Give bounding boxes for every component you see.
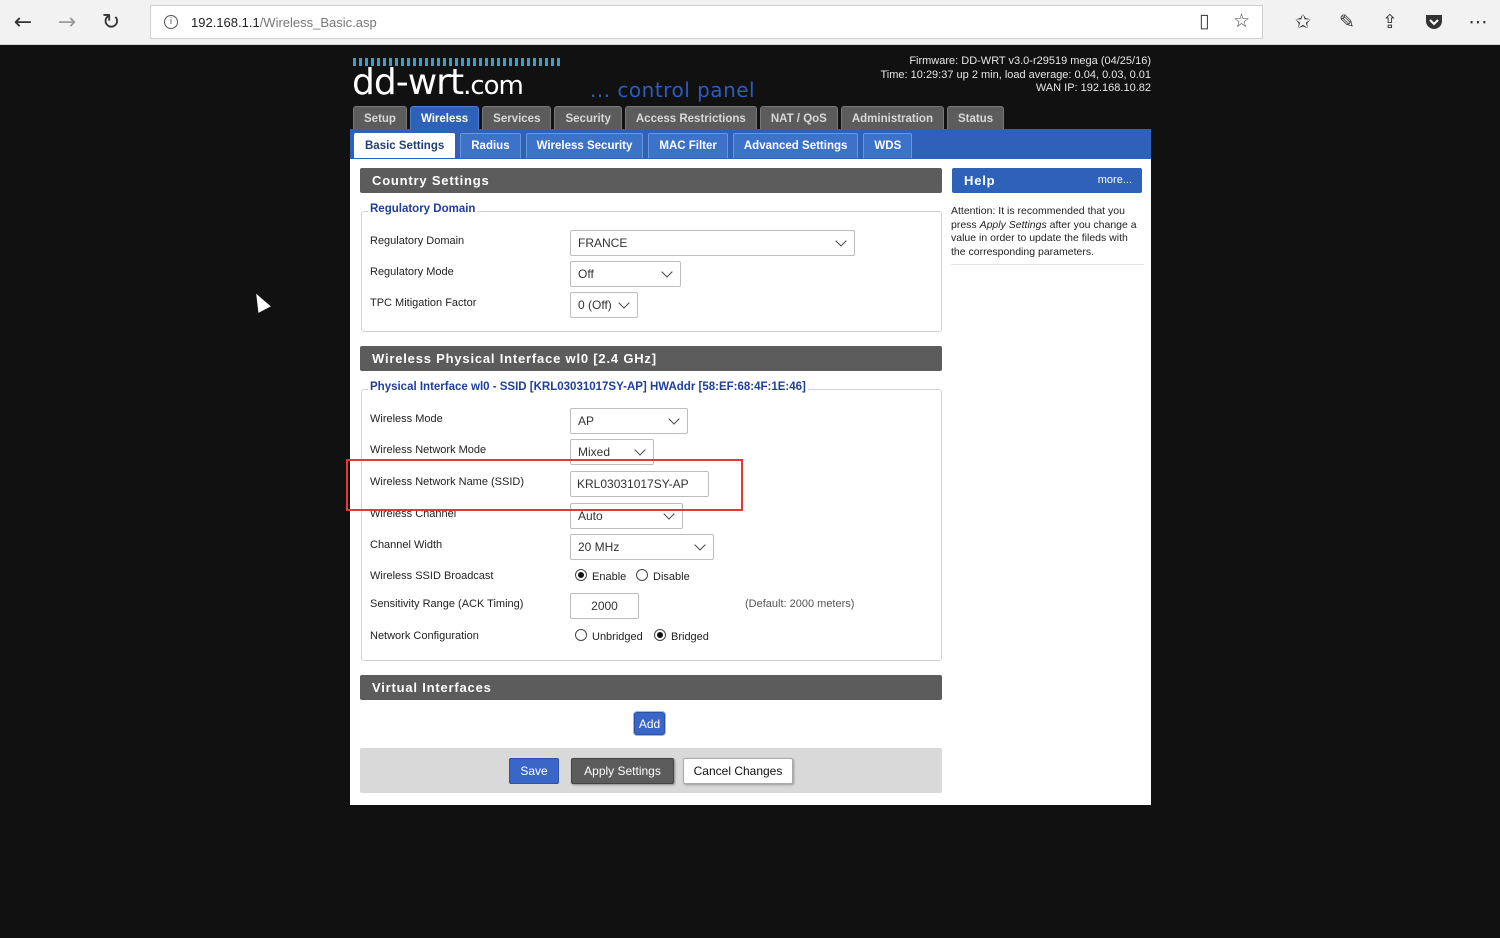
channel-width-label: Channel Width bbox=[370, 539, 443, 551]
physical-interface-fieldset: Physical Interface wl0 - SSID [KRL030310… bbox=[361, 381, 942, 661]
network-config-unbridged-radio[interactable] bbox=[575, 629, 587, 641]
reading-view-icon[interactable]: ▯ bbox=[1199, 10, 1209, 32]
firmware-version: Firmware: DD-WRT v3.0-r29519 mega (04/25… bbox=[909, 55, 1151, 67]
wireless-mode-label: Wireless Mode bbox=[370, 413, 443, 425]
tab-wireless[interactable]: Wireless bbox=[409, 106, 480, 131]
subtab-wireless-security[interactable]: Wireless Security bbox=[525, 133, 644, 158]
router-page: dd-wrt.com ... control panel Firmware: D… bbox=[350, 50, 1151, 805]
help-title: Help bbox=[964, 173, 996, 188]
subtab-wds[interactable]: WDS bbox=[863, 133, 913, 158]
tab-status[interactable]: Status bbox=[946, 106, 1005, 130]
info-icon[interactable]: i bbox=[164, 15, 178, 29]
chevron-down-icon bbox=[618, 297, 630, 309]
ssid-broadcast-enable-radio[interactable] bbox=[575, 569, 587, 581]
tab-nat-qos[interactable]: NAT / QoS bbox=[759, 106, 838, 130]
ssid-broadcast-disable-label: Disable bbox=[653, 571, 690, 583]
physical-interface-legend: Physical Interface wl0 - SSID [KRL030310… bbox=[368, 381, 808, 393]
wireless-mode-value: AP bbox=[578, 414, 595, 428]
sensitivity-label: Sensitivity Range (ACK Timing) bbox=[370, 598, 524, 610]
country-settings-header: Country Settings bbox=[360, 168, 942, 193]
tab-setup[interactable]: Setup bbox=[353, 106, 407, 130]
action-bar: Save Apply Settings Cancel Changes bbox=[360, 748, 942, 793]
network-mode-value: Mixed bbox=[578, 445, 611, 459]
pocket-icon[interactable] bbox=[1421, 9, 1447, 35]
share-icon[interactable]: ⇪ bbox=[1377, 9, 1403, 35]
forward-arrow-icon[interactable]: → bbox=[52, 7, 82, 37]
channel-width-value: 20 MHz bbox=[578, 540, 620, 554]
help-more-link[interactable]: more... bbox=[1098, 174, 1132, 186]
logo-suffix: .com bbox=[463, 71, 524, 101]
ssid-broadcast-label: Wireless SSID Broadcast bbox=[370, 570, 494, 582]
browser-toolbar: ← → ↻ i 192.168.1.1/Wireless_Basic.asp ▯… bbox=[0, 0, 1500, 45]
firmware-info: Firmware: DD-WRT v3.0-r29519 mega (04/25… bbox=[881, 55, 1152, 96]
network-mode-label: Wireless Network Mode bbox=[370, 444, 487, 456]
sensitivity-input[interactable]: 2000 bbox=[570, 593, 639, 619]
ssid-highlight-box bbox=[346, 459, 743, 511]
cancel-changes-button[interactable]: Cancel Changes bbox=[683, 758, 793, 784]
tpc-mitigation-value: 0 (Off) bbox=[578, 298, 612, 312]
network-config-label: Network Configuration bbox=[370, 630, 479, 642]
tab-access-restrictions[interactable]: Access Restrictions bbox=[624, 106, 757, 130]
help-text: Attention: It is recommended that you pr… bbox=[951, 205, 1144, 265]
page-header: dd-wrt.com ... control panel Firmware: D… bbox=[350, 50, 1152, 131]
tab-administration[interactable]: Administration bbox=[840, 106, 944, 130]
sub-tabs: Basic Settings Radius Wireless Security … bbox=[354, 133, 913, 158]
save-button[interactable]: Save bbox=[509, 758, 559, 784]
ssid-broadcast-enable-label: Enable bbox=[592, 571, 627, 583]
tab-security[interactable]: Security bbox=[554, 106, 622, 130]
uptime: Time: 10:29:37 up 2 min, load average: 0… bbox=[880, 68, 1152, 81]
mouse-cursor-icon bbox=[250, 290, 271, 313]
regulatory-domain-select[interactable]: FRANCE bbox=[570, 230, 855, 256]
ssid-broadcast-disable-radio[interactable] bbox=[636, 569, 648, 581]
sensitivity-default-hint: (Default: 2000 meters) bbox=[745, 598, 855, 610]
subtab-mac-filter[interactable]: MAC Filter bbox=[648, 133, 728, 158]
regulatory-domain-value: FRANCE bbox=[578, 236, 628, 250]
network-config-bridged-radio[interactable] bbox=[654, 629, 666, 641]
chevron-down-icon bbox=[661, 266, 673, 278]
pen-icon[interactable]: ✎ bbox=[1334, 9, 1360, 35]
sub-tab-bar: Basic Settings Radius Wireless Security … bbox=[350, 129, 1151, 159]
regulatory-domain-legend: Regulatory Domain bbox=[368, 203, 478, 215]
tpc-mitigation-select[interactable]: 0 (Off) bbox=[570, 292, 638, 318]
address-bar[interactable]: i 192.168.1.1/Wireless_Basic.asp ▯ ☆ bbox=[150, 5, 1263, 39]
tpc-mitigation-label: TPC Mitigation Factor bbox=[370, 297, 477, 309]
subtab-radius[interactable]: Radius bbox=[460, 133, 521, 158]
help-header: Help more... bbox=[952, 168, 1142, 193]
wireless-channel-value: Auto bbox=[578, 509, 603, 523]
channel-width-select[interactable]: 20 MHz bbox=[570, 534, 714, 560]
subtab-advanced-settings[interactable]: Advanced Settings bbox=[732, 133, 859, 158]
subtab-basic-settings[interactable]: Basic Settings bbox=[354, 133, 456, 158]
refresh-icon[interactable]: ↻ bbox=[96, 7, 126, 37]
apply-settings-button[interactable]: Apply Settings bbox=[571, 758, 674, 784]
chevron-down-icon bbox=[634, 444, 646, 456]
help-text-em: Apply Settings bbox=[979, 218, 1047, 231]
logo-main: dd-wrt bbox=[352, 62, 464, 103]
regulatory-mode-value: Off bbox=[578, 267, 594, 281]
back-arrow-icon[interactable]: ← bbox=[8, 7, 38, 37]
chevron-down-icon bbox=[835, 235, 847, 247]
dd-wrt-logo: dd-wrt.com bbox=[352, 62, 524, 103]
regulatory-mode-select[interactable]: Off bbox=[570, 261, 681, 287]
regulatory-mode-label: Regulatory Mode bbox=[370, 266, 454, 278]
favorites-list-icon[interactable]: ✩ bbox=[1290, 9, 1316, 35]
favorite-star-icon[interactable]: ☆ bbox=[1233, 10, 1250, 32]
network-config-unbridged-label: Unbridged bbox=[592, 631, 643, 643]
network-config-bridged-label: Bridged bbox=[671, 631, 709, 643]
chevron-down-icon bbox=[694, 539, 706, 551]
add-virtual-interface-button[interactable]: Add bbox=[634, 712, 665, 735]
url-path: /Wireless_Basic.asp bbox=[259, 14, 377, 30]
url-host: 192.168.1.1 bbox=[191, 14, 260, 30]
wireless-mode-select[interactable]: AP bbox=[570, 408, 688, 434]
chevron-down-icon bbox=[668, 413, 680, 425]
regulatory-domain-label: Regulatory Domain bbox=[370, 235, 465, 247]
tab-services[interactable]: Services bbox=[482, 106, 552, 130]
virtual-interfaces-header: Virtual Interfaces bbox=[360, 675, 942, 700]
wan-ip: WAN IP: 192.168.10.82 bbox=[1035, 82, 1151, 94]
main-tabs: Setup Wireless Services Security Access … bbox=[353, 106, 1005, 131]
control-panel-tagline: ... control panel bbox=[590, 78, 756, 102]
more-icon[interactable]: ⋯ bbox=[1465, 9, 1491, 35]
regulatory-domain-fieldset: Regulatory Domain Regulatory Domain FRAN… bbox=[361, 203, 942, 332]
physical-interface-header: Wireless Physical Interface wl0 [2.4 GHz… bbox=[360, 346, 942, 371]
